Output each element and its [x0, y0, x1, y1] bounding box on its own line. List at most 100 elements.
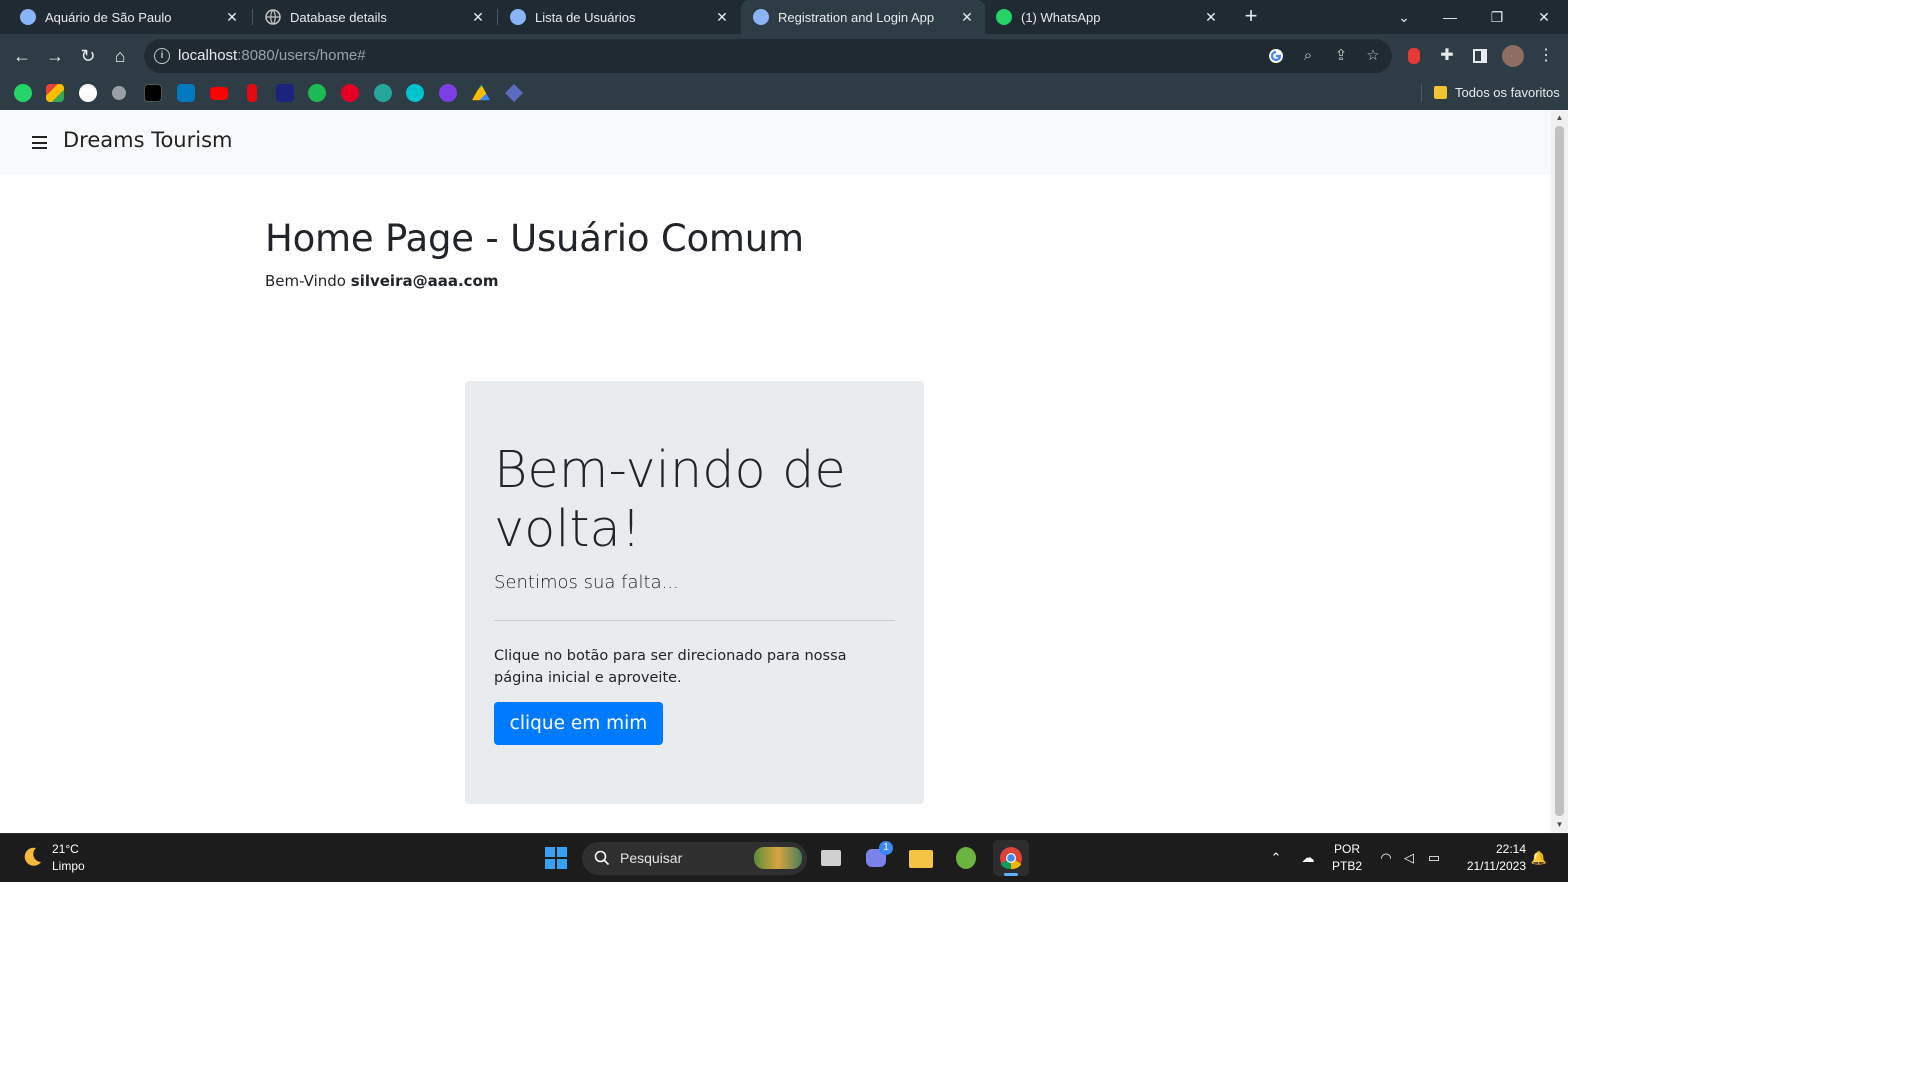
browser-tab-strip: Aquário de São Paulo ✕ Database details …: [0, 0, 1568, 34]
new-tab-button[interactable]: +: [1240, 5, 1262, 28]
address-bar[interactable]: i localhost:8080/users/home# ⌕ ⇪ ☆: [144, 39, 1392, 73]
windows-taskbar: 21°C Limpo Pesquisar 1 ⌃ ☁ POR PTB2 ◠ ◁ …: [0, 833, 1568, 882]
notification-bell-icon[interactable]: 🔔: [1530, 849, 1548, 867]
globe-icon: [20, 9, 36, 25]
gmail-bookmark-icon[interactable]: [46, 84, 64, 102]
share-icon[interactable]: ⇪: [1332, 47, 1350, 65]
tab-whatsapp[interactable]: (1) WhatsApp ✕: [986, 0, 1229, 34]
tab-lista-usuarios[interactable]: Lista de Usuários ✕: [498, 0, 740, 34]
jumbotron-lead: Sentimos sua falta...: [494, 572, 679, 593]
click-me-button[interactable]: clique em mim: [494, 702, 663, 745]
vertical-scrollbar[interactable]: ▲ ▼: [1551, 110, 1568, 833]
spring-tools-icon[interactable]: [948, 840, 984, 876]
teams-chat-icon[interactable]: 1: [858, 840, 894, 876]
weather-temperature[interactable]: 21°C: [52, 842, 79, 856]
pinterest-bookmark-icon[interactable]: [341, 84, 359, 102]
scroll-up-arrow-icon[interactable]: ▲: [1551, 110, 1568, 126]
chrome-taskbar-icon[interactable]: [993, 840, 1029, 876]
tab-title: (1) WhatsApp: [1021, 9, 1101, 25]
tab-search-button[interactable]: ⌄: [1393, 6, 1415, 28]
tab-title: Lista de Usuários: [535, 9, 636, 25]
search-icon: [594, 850, 610, 866]
search-highlight-icon: [754, 847, 802, 869]
welcome-jumbotron: Bem-vindo de volta! Sentimos sua falta..…: [465, 381, 924, 804]
netflix-bookmark-icon[interactable]: [247, 84, 257, 102]
apple-bookmark-icon[interactable]: [112, 86, 126, 100]
back-button[interactable]: ←: [9, 43, 35, 69]
file-explorer-icon[interactable]: [903, 840, 939, 876]
tab-title: Aquário de São Paulo: [45, 9, 172, 25]
onedrive-icon[interactable]: ☁: [1299, 849, 1317, 867]
chevron-up-icon[interactable]: ⌃: [1267, 849, 1285, 867]
close-icon[interactable]: ✕: [1203, 9, 1219, 25]
tab-registration-login[interactable]: Registration and Login App ✕: [741, 0, 985, 34]
site-info-icon[interactable]: i: [154, 48, 170, 64]
google-drive-bookmark-icon[interactable]: [472, 84, 490, 101]
page-title: Home Page - Usuário Comum: [265, 217, 804, 260]
user-email: silveira@aaa.com: [350, 272, 499, 290]
close-icon[interactable]: ✕: [959, 9, 975, 25]
volume-icon[interactable]: ◁: [1400, 849, 1418, 867]
bookmark-teal-icon[interactable]: [374, 84, 392, 102]
moon-icon[interactable]: [20, 845, 44, 869]
profile-avatar[interactable]: [1502, 45, 1524, 67]
canva-bookmark-icon[interactable]: [406, 84, 424, 102]
tab-database-details[interactable]: Database details ✕: [253, 0, 496, 34]
home-button[interactable]: ⌂: [107, 43, 133, 69]
clock-date[interactable]: 21/11/2023: [1456, 859, 1526, 873]
url-text[interactable]: localhost:8080/users/home#: [178, 47, 366, 64]
all-bookmarks-folder[interactable]: Todos os favoritos: [1455, 85, 1560, 100]
browser-toolbar: ← → ↻ ⌂ i localhost:8080/users/home# ⌕ ⇪…: [0, 34, 1568, 78]
bookmark-purple-icon[interactable]: [439, 84, 457, 102]
whatsapp-bookmark-icon[interactable]: [14, 84, 32, 102]
restore-button[interactable]: ❐: [1486, 6, 1508, 28]
x-bookmark-icon[interactable]: [144, 84, 162, 102]
bookmark-indigo-icon[interactable]: [505, 84, 523, 102]
spotify-bookmark-icon[interactable]: [308, 84, 326, 102]
side-panel-icon[interactable]: [1470, 46, 1490, 66]
bookmark-blue-icon[interactable]: [276, 84, 294, 102]
teams-notification-badge: 1: [879, 841, 893, 855]
tab-aquario[interactable]: Aquário de São Paulo ✕: [0, 0, 250, 34]
battery-icon[interactable]: ▭: [1425, 849, 1443, 867]
welcome-prefix: Bem-Vindo: [265, 272, 346, 290]
trello-bookmark-icon[interactable]: [177, 84, 195, 102]
task-view-icon[interactable]: [813, 840, 849, 876]
welcome-message: Bem-Vindo silveira@aaa.com: [265, 272, 498, 290]
wifi-icon[interactable]: ◠: [1377, 849, 1395, 867]
close-window-button[interactable]: ✕: [1533, 6, 1555, 28]
weather-condition[interactable]: Limpo: [52, 859, 85, 873]
hamburger-menu-icon[interactable]: [32, 136, 47, 149]
menu-kebab-icon[interactable]: ⋮: [1536, 46, 1556, 66]
windows-start-icon[interactable]: [538, 840, 574, 876]
zoom-icon[interactable]: ⌕: [1299, 47, 1317, 65]
globe-icon: [753, 9, 769, 25]
globe-icon: [265, 9, 281, 25]
extensions-puzzle-icon[interactable]: ✚: [1437, 46, 1457, 66]
star-icon[interactable]: ☆: [1364, 47, 1382, 65]
google-lens-icon[interactable]: [1267, 47, 1285, 65]
site-navbar: Dreams Tourism: [0, 110, 1551, 175]
language-indicator-line1[interactable]: POR: [1330, 842, 1364, 856]
clock-time[interactable]: 22:14: [1456, 842, 1526, 856]
language-indicator-line2[interactable]: PTB2: [1330, 859, 1364, 873]
close-icon[interactable]: ✕: [224, 9, 240, 25]
minimize-button[interactable]: —: [1439, 6, 1461, 28]
github-bookmark-icon[interactable]: [79, 84, 97, 102]
scroll-thumb[interactable]: [1555, 126, 1564, 816]
tab-title: Database details: [290, 9, 387, 25]
close-icon[interactable]: ✕: [470, 9, 486, 25]
search-placeholder: Pesquisar: [620, 850, 683, 866]
youtube-bookmark-icon[interactable]: [210, 87, 228, 100]
page-viewport: Dreams Tourism Home Page - Usuário Comum…: [0, 110, 1551, 833]
site-brand[interactable]: Dreams Tourism: [63, 128, 233, 152]
close-icon[interactable]: ✕: [714, 9, 730, 25]
taskbar-search-box[interactable]: Pesquisar: [582, 842, 807, 875]
extension-red-icon[interactable]: [1404, 46, 1424, 66]
forward-button[interactable]: →: [42, 43, 68, 69]
globe-icon: [510, 9, 526, 25]
reload-button[interactable]: ↻: [75, 43, 101, 69]
active-indicator: [1004, 873, 1018, 876]
jumbotron-text: Clique no botão para ser direcionado par…: [494, 648, 847, 686]
scroll-down-arrow-icon[interactable]: ▼: [1551, 817, 1568, 833]
